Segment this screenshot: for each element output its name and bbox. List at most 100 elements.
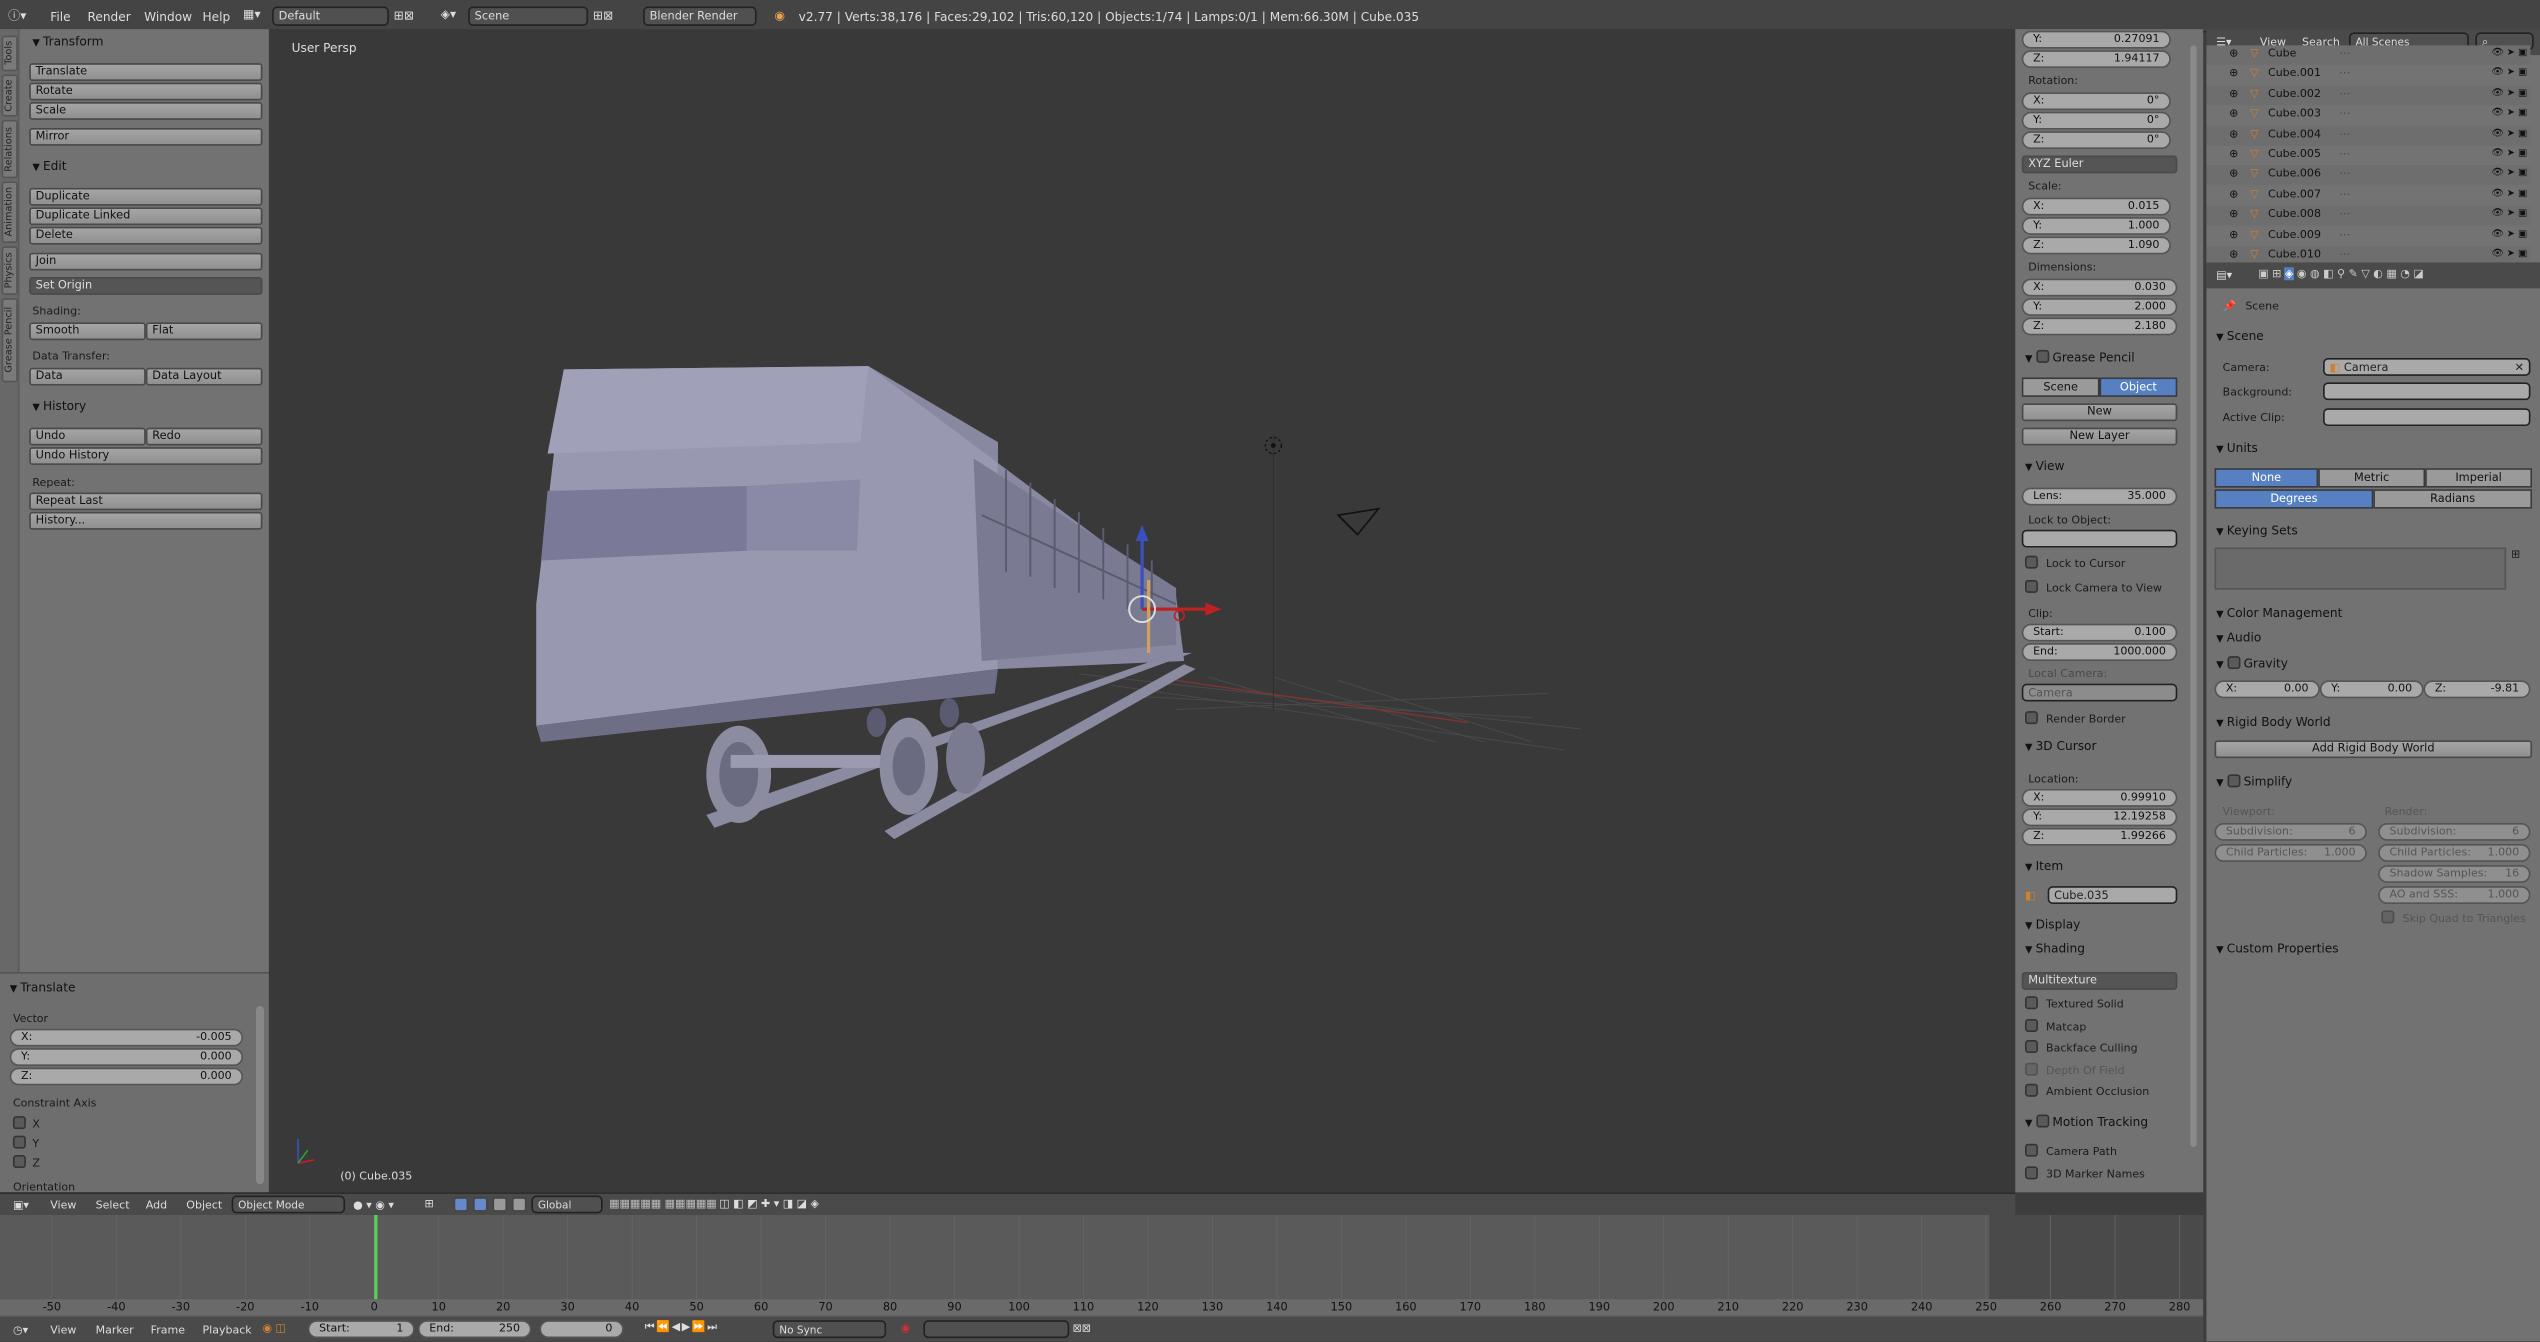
viewport-child-particles-field[interactable]: Child Particles: 1.000 <box>2214 844 2367 862</box>
visibility-icons[interactable]: 👁 ➤ ▣ <box>2491 127 2527 138</box>
props-editor-icon[interactable]: ▤▾ <box>2216 269 2232 282</box>
tab-animation[interactable]: Animation <box>1 181 18 243</box>
transform-header[interactable]: Transform <box>32 34 103 49</box>
gravity-header[interactable]: Gravity <box>2216 654 2288 671</box>
grease-pencil-header[interactable]: Grease Pencil <box>2025 348 2135 365</box>
outliner-row[interactable]: ⊕ ▽ Cube.008 ⋯ 👁 ➤ ▣ <box>2206 206 2531 226</box>
clip-start-field[interactable]: Start: 0.100 <box>2021 623 2178 642</box>
shading-header[interactable]: Shading <box>2025 941 2085 956</box>
depth-of-field-checkbox[interactable] <box>2025 1062 2038 1076</box>
gravity-checkbox[interactable] <box>2226 656 2240 670</box>
local-camera-field[interactable]: Camera <box>2021 683 2178 702</box>
tab-create[interactable]: Create <box>1 74 18 117</box>
lock-object-field[interactable] <box>2021 529 2178 548</box>
constraint-x-checkbox[interactable] <box>12 1116 26 1130</box>
smooth-button[interactable]: Smooth <box>29 322 146 341</box>
edit-header[interactable]: Edit <box>32 159 67 174</box>
camera-path-checkbox[interactable] <box>2025 1143 2038 1157</box>
keying-sets-header[interactable]: Keying Sets <box>2216 523 2298 538</box>
motion-tracking-checkbox[interactable] <box>2035 1114 2049 1128</box>
color-management-header[interactable]: Color Management <box>2216 606 2343 621</box>
timeline-frame-menu[interactable]: Frame <box>151 1324 185 1337</box>
info-icon[interactable]: ⓘ▾ <box>8 6 26 24</box>
scale-z-field[interactable]: Z: 1.090 <box>2021 236 2171 255</box>
vector-z-field[interactable]: Z: 0.000 <box>9 1067 243 1086</box>
vector-x-field[interactable]: X: -0.005 <box>9 1028 243 1047</box>
radians-toggle[interactable]: Radians <box>2373 489 2533 509</box>
constraint-y-checkbox[interactable] <box>12 1135 26 1149</box>
render-engine-select[interactable]: Blender Render <box>643 6 757 26</box>
undo-history-button[interactable]: Undo History <box>29 447 263 465</box>
flat-button[interactable]: Flat <box>145 322 263 341</box>
menu-window[interactable]: Window <box>144 10 192 25</box>
join-button[interactable]: Join <box>29 252 263 271</box>
set-origin-dropdown[interactable]: Set Origin <box>29 277 263 295</box>
scale-manip-icon[interactable] <box>511 1197 527 1212</box>
operator-header[interactable]: Translate <box>10 980 75 995</box>
timeline-track[interactable]: -50 -40 -30 -20 -10 0 10 20 30 40 50 60 70 80 90 100 110… <box>0 1215 2204 1316</box>
unit-none-toggle[interactable]: None <box>2214 468 2319 488</box>
simplify-checkbox[interactable] <box>2226 774 2240 788</box>
playback-controls-icon[interactable]: ⏮⏪◀▶⏩⏭ <box>645 1320 719 1335</box>
add-menu[interactable]: Add <box>146 1199 167 1212</box>
outliner-row[interactable]: ⊕ ▽ Cube.007 ⋯ 👁 ➤ ▣ <box>2206 185 2531 206</box>
audio-header[interactable]: Audio <box>2216 630 2262 645</box>
preview-range-icon[interactable]: ◉ ◫ <box>262 1322 286 1335</box>
tab-grease-pencil[interactable]: Grease Pencil <box>1 298 18 383</box>
gravity-x-field[interactable]: X: 0.00 <box>2214 680 2320 699</box>
visibility-icons[interactable]: 👁 ➤ ▣ <box>2491 208 2527 219</box>
snap-tools-icon[interactable]: ◫ ◧ ◩ ✚ ▾ ◨ ◪ ◈ <box>719 1197 819 1210</box>
unit-metric-toggle[interactable]: Metric <box>2318 468 2426 488</box>
properties-scrollbar[interactable] <box>2190 45 2197 1147</box>
viewport-subdivision-field[interactable]: Subdivision: 6 <box>2214 822 2367 841</box>
history-header[interactable]: History <box>32 399 86 414</box>
visibility-icons[interactable]: 👁 ➤ ▣ <box>2491 228 2527 239</box>
outliner-row[interactable]: ⊕ ▽ Cube ⋯ 👁 ➤ ▣ <box>2206 45 2531 65</box>
constraint-z-checkbox[interactable] <box>12 1155 26 1169</box>
gp-object-toggle[interactable]: Object <box>2099 377 2178 397</box>
keying-add-icon[interactable]: ⊞ <box>2511 548 2520 561</box>
data-button[interactable]: Data <box>29 367 146 386</box>
visibility-icons[interactable]: 👁 ➤ ▣ <box>2491 107 2527 118</box>
menu-file[interactable]: File <box>50 10 70 25</box>
timeline-marker-menu[interactable]: Marker <box>96 1324 134 1337</box>
add-rigid-body-world-button[interactable]: Add Rigid Body World <box>2214 740 2533 759</box>
simplify-header[interactable]: Simplify <box>2216 773 2292 789</box>
scene-field[interactable]: Scene <box>468 6 589 26</box>
lock-cursor-checkbox[interactable] <box>2025 555 2038 569</box>
rotation-mode-select[interactable]: XYZ Euler <box>2021 155 2178 174</box>
current-frame-field[interactable]: 0 <box>539 1320 624 1339</box>
matcap-checkbox[interactable] <box>2025 1018 2038 1032</box>
lens-field[interactable]: Lens: 35.000 <box>2021 487 2178 506</box>
pin-icon[interactable]: 📌 <box>2223 300 2237 313</box>
location-y-field[interactable]: Y: 0.27091 <box>2021 30 2171 49</box>
3d-viewport[interactable]: User Persp (0) Cube.035 <box>268 29 2016 1193</box>
active-clip-field[interactable] <box>2323 408 2531 427</box>
rotation-x-field[interactable]: X: 0° <box>2021 92 2171 111</box>
render-child-particles-field[interactable]: Child Particles: 1.000 <box>2378 844 2531 862</box>
visibility-icons[interactable]: 👁 ➤ ▣ <box>2491 188 2527 199</box>
timeline-view-menu[interactable]: View <box>50 1324 76 1337</box>
record-icon[interactable]: ◉ <box>901 1322 911 1335</box>
redo-button[interactable]: Redo <box>145 427 263 446</box>
scale-x-field[interactable]: X: 0.015 <box>2021 197 2171 216</box>
visibility-icons[interactable]: 👁 ➤ ▣ <box>2491 67 2527 78</box>
start-frame-field[interactable]: Start: 1 <box>307 1320 415 1339</box>
scene-panel-header[interactable]: Scene <box>2216 329 2264 344</box>
translate-button[interactable]: Translate <box>29 63 263 81</box>
scene-icon[interactable]: ◈▾ <box>441 6 456 21</box>
rotate-button[interactable]: Rotate <box>29 82 263 101</box>
operator-scrollbar[interactable] <box>255 1006 265 1185</box>
translate-manip-icon[interactable] <box>473 1197 488 1212</box>
cursor-x-field[interactable]: X: 0.99910 <box>2021 788 2178 807</box>
unit-imperial-toggle[interactable]: Imperial <box>2425 468 2533 488</box>
location-z-field[interactable]: Z: 1.94117 <box>2021 50 2171 69</box>
undo-button[interactable]: Undo <box>29 427 146 446</box>
display-header[interactable]: Display <box>2025 917 2081 932</box>
visibility-icons[interactable]: 👁 ➤ ▣ <box>2491 248 2527 259</box>
tab-tools[interactable]: Tools <box>1 35 18 72</box>
clip-end-field[interactable]: End: 1000.000 <box>2021 643 2178 661</box>
scale-button[interactable]: Scale <box>29 102 263 120</box>
rotation-y-field[interactable]: Y: 0° <box>2021 111 2171 130</box>
ambient-occlusion-checkbox[interactable] <box>2025 1083 2038 1097</box>
